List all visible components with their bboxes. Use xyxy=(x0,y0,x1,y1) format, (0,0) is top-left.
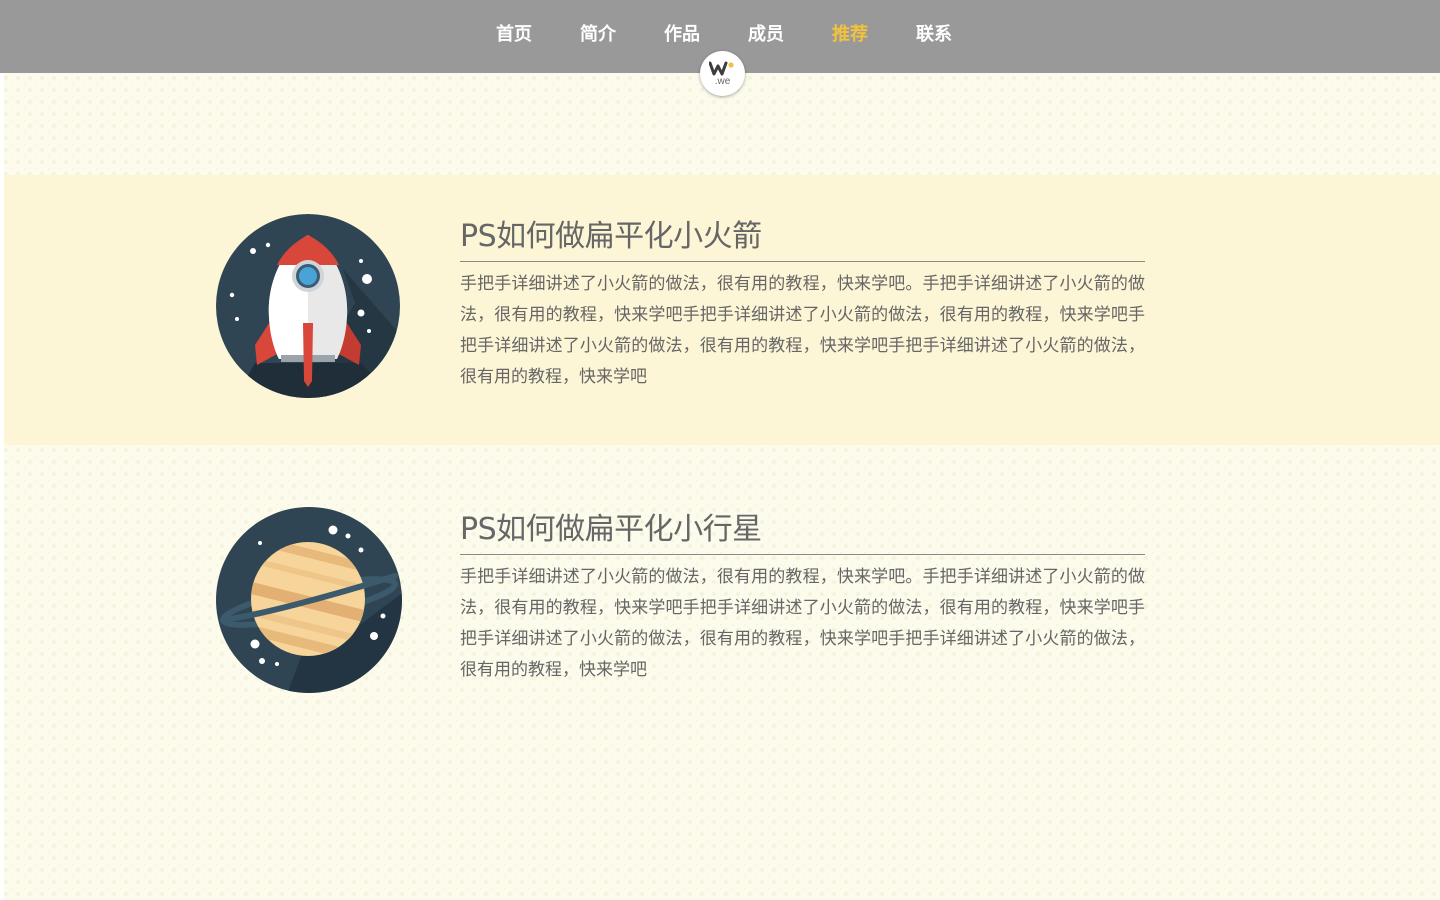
rocket-icon[interactable] xyxy=(215,213,401,399)
article-body: 手把手详细讲述了小火箭的做法，很有用的教程，快来学吧。手把手详细讲述了小火箭的做… xyxy=(460,567,1145,680)
site-logo[interactable]: .we xyxy=(700,51,745,96)
nav-item-home[interactable]: 首页 xyxy=(472,0,556,70)
article-title[interactable]: PS如何做扁平化小火箭 xyxy=(460,217,1145,262)
nav-item-intro[interactable]: 简介 xyxy=(556,0,640,70)
article-body: 手把手详细讲述了小火箭的做法，很有用的教程，快来学吧。手把手详细讲述了小火箭的做… xyxy=(460,274,1145,387)
nav-item-contact[interactable]: 联系 xyxy=(892,0,976,70)
nav-item-recommend[interactable]: 推荐 xyxy=(808,0,892,70)
logo-text: .we xyxy=(714,76,731,87)
planet-icon[interactable] xyxy=(215,506,403,694)
w-logo-icon xyxy=(709,61,734,76)
article-title[interactable]: PS如何做扁平化小行星 xyxy=(460,510,1145,555)
